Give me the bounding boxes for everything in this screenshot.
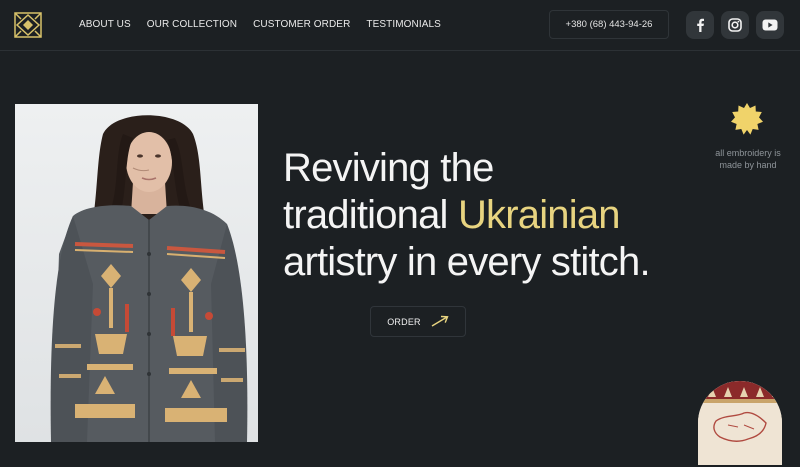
order-button[interactable]: ORDER: [370, 306, 466, 337]
nav-our-collection[interactable]: OUR COLLECTION: [147, 19, 237, 30]
headline-line-3: artistry in every stitch.: [283, 240, 651, 284]
nav-about-us[interactable]: ABOUT US: [79, 19, 131, 30]
handmade-note-line-1: all embroidery is: [715, 148, 781, 158]
handmade-note-line-2: made by hand: [719, 160, 777, 170]
nav-testimonials[interactable]: TESTIMONIALS: [366, 19, 441, 30]
nav-customer-order[interactable]: CUSTOMER ORDER: [253, 19, 350, 30]
main-nav: ABOUT US OUR COLLECTION CUSTOMER ORDER T…: [79, 19, 441, 30]
headline-line-2-prefix: traditional: [283, 193, 458, 237]
headline-accent-word: Ukrainian: [457, 193, 621, 237]
arrow-up-right-icon: [431, 315, 449, 329]
headline-line-1: Reviving the: [283, 146, 494, 190]
facebook-icon[interactable]: [686, 11, 714, 39]
youtube-icon[interactable]: [756, 11, 784, 39]
embroidery-detail-photo: [698, 381, 782, 465]
hero-headline: Reviving the traditional Ukrainian artis…: [283, 145, 703, 286]
handmade-badge-icon: [730, 102, 764, 136]
phone-number-button[interactable]: +380 (68) 443-94-26: [549, 10, 669, 39]
handmade-note: all embroidery is made by hand: [706, 147, 790, 171]
brand-logo-icon[interactable]: [14, 12, 42, 38]
order-button-label: ORDER: [387, 316, 421, 327]
hero-model-photo: [15, 104, 258, 442]
instagram-icon[interactable]: [721, 11, 749, 39]
top-bar: ABOUT US OUR COLLECTION CUSTOMER ORDER T…: [0, 0, 800, 51]
